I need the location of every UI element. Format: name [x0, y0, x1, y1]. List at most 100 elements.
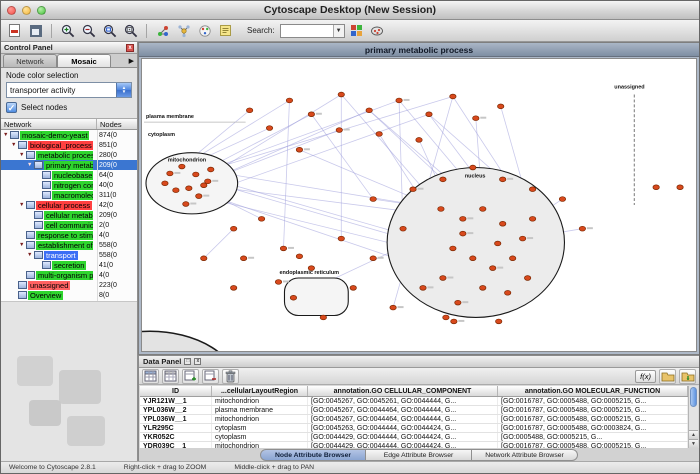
formula-builder-button[interactable]: f(x): [635, 370, 656, 383]
tab-network[interactable]: Network: [3, 54, 57, 67]
data-panel-titlebar[interactable]: Data Panel □ x: [139, 356, 699, 368]
close-panel-icon[interactable]: x: [126, 44, 134, 52]
network-node[interactable]: [320, 315, 326, 320]
table-vertical-scrollbar[interactable]: ▲ ▼: [688, 386, 698, 448]
unselect-attributes-button[interactable]: [162, 369, 179, 384]
expander-icon[interactable]: ▼: [19, 150, 26, 160]
network-node[interactable]: [296, 254, 302, 259]
network-tree[interactable]: ▼mosaic-demo-yeast874(0▼biological_proce…: [1, 130, 137, 302]
network-node[interactable]: [524, 276, 530, 281]
tree-row[interactable]: unassigned223(0: [1, 280, 137, 290]
window-titlebar[interactable]: Cytoscape Desktop (New Session): [1, 1, 699, 20]
tree-row[interactable]: ▼metabolic process280(0: [1, 150, 137, 160]
network-node[interactable]: [167, 171, 173, 176]
close-data-panel-icon[interactable]: x: [194, 358, 201, 365]
network-node[interactable]: [193, 172, 199, 177]
network-node[interactable]: [450, 94, 456, 99]
network-node[interactable]: [275, 280, 281, 285]
network-node[interactable]: [366, 108, 372, 113]
expander-icon[interactable]: ▼: [19, 240, 26, 250]
network-node[interactable]: [579, 226, 585, 231]
scroll-down-icon[interactable]: ▼: [689, 439, 698, 448]
network-node[interactable]: [308, 112, 314, 117]
zoom-fit-button[interactable]: [121, 21, 140, 40]
network-node[interactable]: [201, 256, 207, 261]
tree-row[interactable]: ▼establishment of lo...558(0: [1, 240, 137, 250]
table-row[interactable]: YJR121W__1mitochondrion[GO:0045267, GO:0…: [140, 397, 688, 406]
network-node[interactable]: [677, 185, 683, 190]
zoom-selected-button[interactable]: [100, 21, 119, 40]
network-node[interactable]: [498, 104, 504, 109]
annotations-button[interactable]: [216, 21, 235, 40]
table-row[interactable]: YPL036W__2plasma membrane[GO:0045267, GO…: [140, 406, 688, 415]
network-node[interactable]: [496, 319, 502, 324]
network-node[interactable]: [460, 231, 466, 236]
network-node[interactable]: [296, 147, 302, 152]
zoom-in-button[interactable]: [58, 21, 77, 40]
tree-row[interactable]: response to stimul...4(0: [1, 230, 137, 240]
network-node[interactable]: [370, 256, 376, 261]
network-node[interactable]: [416, 138, 422, 143]
network-node[interactable]: [480, 207, 486, 212]
select-nodes-checkbox[interactable]: ✓: [6, 102, 17, 113]
create-network-from-selection-button[interactable]: [153, 21, 172, 40]
network-node[interactable]: [308, 266, 314, 271]
table-row[interactable]: YLR295Ccytoplasm[GO:0045263, GO:0044444,…: [140, 424, 688, 433]
column-header-cellular-component[interactable]: annotation.GO CELLULAR_COMPONENT: [308, 386, 498, 396]
expander-icon[interactable]: ▼: [3, 130, 10, 140]
tab-node-attribute-browser[interactable]: Node Attribute Browser: [260, 449, 366, 461]
network-node[interactable]: [290, 295, 296, 300]
delete-attribute-button[interactable]: [202, 369, 219, 384]
mosaic-button[interactable]: [347, 21, 366, 40]
scroll-up-icon[interactable]: ▲: [689, 430, 698, 439]
vizmapper-button[interactable]: [195, 21, 214, 40]
network-node[interactable]: [201, 183, 207, 188]
network-node[interactable]: [173, 188, 179, 193]
first-neighbors-button[interactable]: [174, 21, 193, 40]
network-node[interactable]: [208, 167, 214, 172]
network-node[interactable]: [495, 241, 501, 246]
network-node[interactable]: [438, 207, 444, 212]
search-options-arrow-icon[interactable]: ▼: [333, 25, 344, 37]
expander-icon[interactable]: ▼: [11, 140, 18, 150]
network-node[interactable]: [240, 256, 246, 261]
network-node[interactable]: [420, 285, 426, 290]
network-node[interactable]: [350, 285, 356, 290]
import-network-button[interactable]: [5, 21, 24, 40]
zoom-out-button[interactable]: [79, 21, 98, 40]
open-attributes-button[interactable]: [659, 369, 676, 384]
save-session-button[interactable]: [26, 21, 45, 40]
tree-row[interactable]: cellular metabol...209(0: [1, 210, 137, 220]
network-node[interactable]: [376, 132, 382, 137]
network-node[interactable]: [450, 246, 456, 251]
network-node[interactable]: [338, 92, 344, 97]
network-node[interactable]: [370, 197, 376, 202]
column-header-id[interactable]: ID: [140, 386, 212, 396]
tab-edge-attribute-browser[interactable]: Edge Attribute Browser: [366, 449, 472, 461]
network-node[interactable]: [230, 226, 236, 231]
column-header-region[interactable]: ...cellularLayoutRegion: [212, 386, 308, 396]
tree-row[interactable]: ▼mosaic-demo-yeast874(0: [1, 130, 137, 140]
network-node[interactable]: [529, 187, 535, 192]
tree-row[interactable]: Overview8(0: [1, 290, 137, 300]
network-node[interactable]: [440, 276, 446, 281]
network-node[interactable]: [186, 186, 192, 191]
expander-icon[interactable]: ▼: [19, 200, 26, 210]
network-node[interactable]: [396, 98, 402, 103]
network-node[interactable]: [443, 315, 449, 320]
network-node[interactable]: [470, 256, 476, 261]
network-node[interactable]: [653, 185, 659, 190]
expander-icon[interactable]: ▼: [27, 160, 34, 170]
network-node[interactable]: [179, 164, 185, 169]
network-node[interactable]: [410, 187, 416, 192]
network-node[interactable]: [500, 221, 506, 226]
layout-regions-button[interactable]: [368, 21, 387, 40]
network-node[interactable]: [390, 305, 396, 310]
network-node[interactable]: [529, 216, 535, 221]
tab-mosaic[interactable]: Mosaic: [57, 54, 111, 67]
network-node[interactable]: [280, 246, 286, 251]
network-node[interactable]: [455, 300, 461, 305]
import-attributes-button[interactable]: [679, 369, 696, 384]
network-view-titlebar[interactable]: primary metabolic process: [139, 43, 699, 57]
network-node[interactable]: [440, 177, 446, 182]
